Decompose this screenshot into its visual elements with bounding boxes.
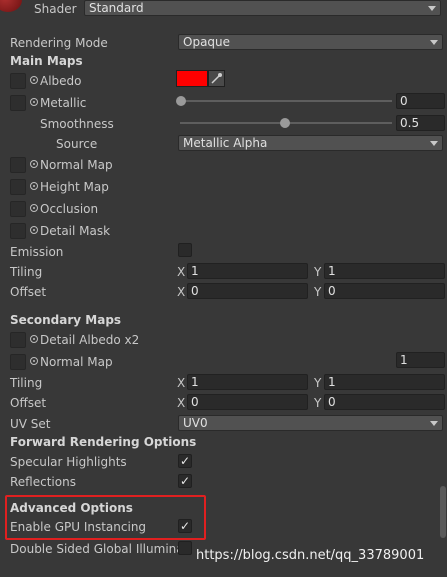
metallic-picker-icon[interactable] xyxy=(30,98,38,106)
rendering-mode-dropdown[interactable]: Opaque xyxy=(178,34,443,50)
albedo-color-field[interactable] xyxy=(176,70,208,87)
height-map-texture-slot[interactable] xyxy=(10,179,26,195)
detail-mask-label: Detail Mask xyxy=(40,224,111,238)
double-sided-gi-checkbox[interactable] xyxy=(178,541,192,555)
tiling-label: Tiling xyxy=(10,265,43,279)
secondary-offset-x-label: X xyxy=(177,396,186,410)
secondary-tiling-y-label: Y xyxy=(314,376,322,390)
shader-dropdown[interactable]: Standard xyxy=(84,0,441,16)
offset-y-field[interactable]: 0 xyxy=(324,283,445,299)
secondary-maps-title: Secondary Maps xyxy=(10,313,122,327)
offset-label: Offset xyxy=(10,285,47,299)
height-map-label: Height Map xyxy=(40,180,109,194)
chevron-down-icon xyxy=(430,40,438,45)
rendering-mode-label: Rendering Mode xyxy=(10,36,108,50)
secondary-normal-map-picker-icon[interactable] xyxy=(30,357,38,365)
metallic-value-field[interactable]: 0 xyxy=(396,93,445,109)
metallic-slider-thumb[interactable] xyxy=(176,96,186,106)
tiling-y-label: Y xyxy=(314,265,322,279)
smoothness-label: Smoothness xyxy=(40,117,114,131)
secondary-offset-y-field[interactable]: 0 xyxy=(324,394,445,410)
advanced-options-title: Advanced Options xyxy=(10,501,133,515)
uv-set-value: UV0 xyxy=(183,416,208,430)
detail-mask-texture-slot[interactable] xyxy=(10,223,26,239)
specular-highlights-checkbox[interactable]: ✓ xyxy=(178,454,192,468)
height-map-picker-icon[interactable] xyxy=(30,182,38,190)
double-sided-gi-label: Double Sided Global Illumination xyxy=(10,542,180,556)
tiling-x-field[interactable]: 1 xyxy=(187,263,308,279)
shader-value: Standard xyxy=(89,1,144,15)
secondary-normal-scale-field[interactable]: 1 xyxy=(396,352,445,368)
scrollbar-thumb[interactable] xyxy=(440,486,446,538)
normal-map-label: Normal Map xyxy=(40,158,113,172)
source-dropdown[interactable]: Metallic Alpha xyxy=(178,135,443,151)
source-value: Metallic Alpha xyxy=(183,136,268,150)
chevron-down-icon xyxy=(428,6,436,11)
secondary-tiling-x-field[interactable]: 1 xyxy=(187,374,308,390)
albedo-label: Albedo xyxy=(40,74,82,88)
occlusion-picker-icon[interactable] xyxy=(30,204,38,212)
detail-albedo-label: Detail Albedo x2 xyxy=(40,333,140,347)
normal-map-texture-slot[interactable] xyxy=(10,157,26,173)
specular-highlights-label: Specular Highlights xyxy=(10,455,127,469)
chevron-down-icon xyxy=(430,421,438,426)
secondary-tiling-y-field[interactable]: 1 xyxy=(324,374,445,390)
gpu-instancing-label: Enable GPU Instancing xyxy=(10,520,147,534)
shader-label: Shader xyxy=(34,2,77,16)
offset-y-label: Y xyxy=(314,285,322,299)
chevron-down-icon xyxy=(430,141,438,146)
albedo-texture-slot[interactable] xyxy=(10,73,26,89)
occlusion-label: Occlusion xyxy=(40,202,99,216)
detail-mask-picker-icon[interactable] xyxy=(30,226,38,234)
metallic-slider-track[interactable] xyxy=(180,100,392,102)
offset-x-label: X xyxy=(177,285,186,299)
detail-albedo-texture-slot[interactable] xyxy=(10,332,26,348)
detail-albedo-picker-icon[interactable] xyxy=(30,335,38,343)
emission-label: Emission xyxy=(10,245,64,259)
metallic-texture-slot[interactable] xyxy=(10,95,26,111)
smoothness-value-field[interactable]: 0.5 xyxy=(396,115,445,131)
metallic-label: Metallic xyxy=(40,96,87,110)
secondary-normal-map-texture-slot[interactable] xyxy=(10,354,26,370)
forward-rendering-title: Forward Rendering Options xyxy=(10,435,197,449)
offset-x-field[interactable]: 0 xyxy=(187,283,308,299)
secondary-offset-x-field[interactable]: 0 xyxy=(187,394,308,410)
reflections-label: Reflections xyxy=(10,475,76,489)
rendering-mode-value: Opaque xyxy=(183,35,231,49)
secondary-offset-y-label: Y xyxy=(314,396,322,410)
smoothness-slider-thumb[interactable] xyxy=(280,118,290,128)
secondary-tiling-x-label: X xyxy=(177,376,186,390)
occlusion-texture-slot[interactable] xyxy=(10,201,26,217)
tiling-x-label: X xyxy=(177,265,186,279)
emission-checkbox[interactable] xyxy=(178,243,192,257)
material-sphere-icon xyxy=(0,0,22,12)
main-maps-title: Main Maps xyxy=(10,54,83,68)
gpu-instancing-checkbox[interactable]: ✓ xyxy=(178,519,192,533)
secondary-offset-label: Offset xyxy=(10,396,47,410)
uv-set-dropdown[interactable]: UV0 xyxy=(178,415,443,431)
eyedropper-icon[interactable] xyxy=(208,70,225,87)
watermark-text: https://blog.csdn.net/qq_33789001 xyxy=(196,548,425,563)
tiling-y-field[interactable]: 1 xyxy=(324,263,445,279)
secondary-normal-map-label: Normal Map xyxy=(40,355,113,369)
source-label: Source xyxy=(56,137,98,151)
secondary-tiling-label: Tiling xyxy=(10,376,43,390)
albedo-picker-icon[interactable] xyxy=(30,76,38,84)
uv-set-label: UV Set xyxy=(10,417,51,431)
reflections-checkbox[interactable]: ✓ xyxy=(178,474,192,488)
normal-map-picker-icon[interactable] xyxy=(30,160,38,168)
